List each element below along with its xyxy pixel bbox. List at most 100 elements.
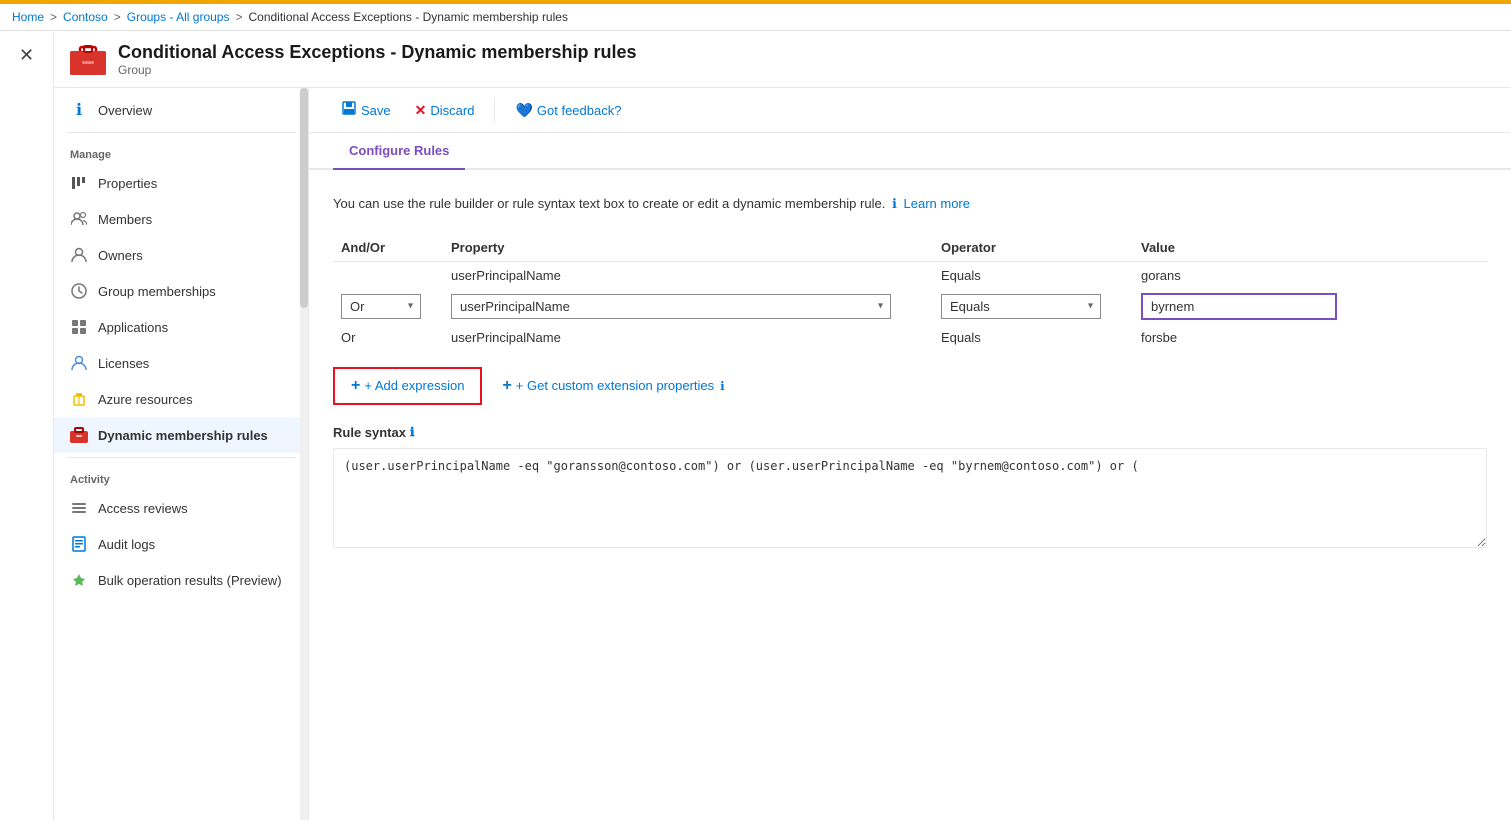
save-button[interactable]: Save — [333, 96, 399, 124]
briefcase-icon — [70, 43, 106, 75]
group-memberships-icon — [70, 282, 88, 300]
activity-section-label: Activity — [54, 462, 308, 490]
main-content: Save ✕ Discard 💙 Got feedback? Configure… — [309, 88, 1511, 820]
sidebar-item-bulk-ops[interactable]: Bulk operation results (Preview) — [54, 562, 308, 598]
breadcrumb-current: Conditional Access Exceptions - Dynamic … — [248, 10, 567, 24]
bulk-ops-icon — [70, 571, 88, 589]
rule-syntax-section: Rule syntax ℹ — [333, 425, 1487, 551]
sidebar-item-members[interactable]: Members — [54, 201, 308, 237]
get-custom-plus-icon: + — [502, 377, 511, 395]
property-select-wrapper: userPrincipalName displayName mail depar… — [451, 294, 891, 319]
close-button[interactable]: ✕ — [15, 41, 38, 70]
toolbar-divider — [494, 98, 495, 122]
sidebar-item-group-memberships[interactable]: Group memberships — [54, 273, 308, 309]
value-input[interactable] — [1141, 293, 1337, 320]
sidebar-dynamic-rules-label: Dynamic membership rules — [98, 428, 268, 443]
info-text-content: You can use the rule builder or rule syn… — [333, 196, 885, 211]
discard-icon: ✕ — [415, 102, 427, 119]
rules-table: And/Or Property Operator Value userPrinc… — [333, 234, 1487, 351]
discard-label: Discard — [430, 103, 474, 118]
sidebar-item-properties[interactable]: Properties — [54, 165, 308, 201]
title-bar: Conditional Access Exceptions - Dynamic … — [54, 31, 1511, 88]
editable-operator-cell: Equals Not Equals Contains — [933, 289, 1133, 324]
sidebar-access-reviews-label: Access reviews — [98, 501, 188, 516]
property-select[interactable]: userPrincipalName displayName mail depar… — [451, 294, 891, 319]
row3-andor: Or — [333, 324, 443, 351]
sidebar-item-access-reviews[interactable]: Access reviews — [54, 490, 308, 526]
sidebar: ℹ Overview Manage Properties Membe — [54, 88, 309, 820]
info-circle-icon: ℹ — [892, 196, 897, 211]
scrollbar-thumb — [300, 88, 308, 308]
tab-configure-rules[interactable]: Configure Rules — [333, 133, 465, 170]
rule-syntax-info-icon: ℹ — [410, 425, 415, 439]
discard-button[interactable]: ✕ Discard — [407, 98, 483, 123]
breadcrumb-groups[interactable]: Groups - All groups — [127, 10, 230, 24]
operator-select[interactable]: Equals Not Equals Contains — [941, 294, 1101, 319]
title-icon — [70, 41, 106, 77]
editable-property-cell: userPrincipalName displayName mail depar… — [443, 289, 933, 324]
sidebar-item-owners[interactable]: Owners — [54, 237, 308, 273]
page-subtitle: Group — [118, 63, 636, 77]
row1-operator: Equals — [933, 261, 1133, 289]
toolbar: Save ✕ Discard 💙 Got feedback? — [309, 88, 1511, 133]
close-panel: ✕ — [0, 31, 54, 820]
feedback-button[interactable]: 💙 Got feedback? — [507, 98, 629, 123]
tabs: Configure Rules — [309, 133, 1511, 170]
learn-more-link[interactable]: Learn more — [904, 196, 970, 211]
properties-icon — [70, 174, 88, 192]
breadcrumb-contoso[interactable]: Contoso — [63, 10, 108, 24]
editable-value-cell — [1133, 289, 1487, 324]
sidebar-licenses-label: Licenses — [98, 356, 149, 371]
sidebar-members-label: Members — [98, 212, 152, 227]
applications-icon — [70, 318, 88, 336]
sidebar-item-dynamic-membership-rules[interactable]: Dynamic membership rules — [54, 417, 308, 453]
sidebar-azure-resources-label: Azure resources — [98, 392, 193, 407]
sidebar-group-memberships-label: Group memberships — [98, 284, 216, 299]
andor-select[interactable]: Or And — [341, 294, 421, 319]
scrollbar-track — [300, 88, 308, 820]
save-icon — [341, 100, 357, 120]
divider-2 — [66, 457, 296, 458]
table-row-3: Or userPrincipalName Equals forsbe — [333, 324, 1487, 351]
sidebar-item-applications[interactable]: Applications — [54, 309, 308, 345]
page-title: Conditional Access Exceptions - Dynamic … — [118, 42, 636, 63]
access-reviews-icon — [70, 499, 88, 517]
divider-1 — [66, 132, 296, 133]
add-expression-label: + Add expression — [364, 378, 464, 393]
owners-icon — [70, 246, 88, 264]
breadcrumb-home[interactable]: Home — [12, 10, 44, 24]
save-label: Save — [361, 103, 391, 118]
get-custom-extension-button[interactable]: + + Get custom extension properties ℹ — [498, 369, 728, 403]
content-area: You can use the rule builder or rule syn… — [309, 170, 1511, 820]
breadcrumb: Home > Contoso > Groups - All groups > C… — [0, 4, 1511, 31]
rule-syntax-textarea[interactable] — [333, 448, 1487, 548]
col-header-property: Property — [443, 234, 933, 262]
sidebar-item-azure-resources[interactable]: Azure resources — [54, 381, 308, 417]
col-header-andor: And/Or — [333, 234, 443, 262]
get-custom-info-icon: ℹ — [720, 379, 725, 393]
manage-section-label: Manage — [54, 137, 308, 165]
row1-value: gorans — [1133, 261, 1487, 289]
operator-select-wrapper: Equals Not Equals Contains — [941, 294, 1101, 319]
editable-andor-cell: Or And — [333, 289, 443, 324]
sidebar-item-audit-logs[interactable]: Audit logs — [54, 526, 308, 562]
sidebar-applications-label: Applications — [98, 320, 168, 335]
sidebar-owners-label: Owners — [98, 248, 143, 263]
audit-logs-icon — [70, 535, 88, 553]
azure-resources-icon — [70, 390, 88, 408]
row3-property: userPrincipalName — [443, 324, 933, 351]
title-text: Conditional Access Exceptions - Dynamic … — [118, 42, 636, 77]
dynamic-rules-icon — [70, 426, 88, 444]
col-header-value: Value — [1133, 234, 1487, 262]
sidebar-overview-label: Overview — [98, 103, 152, 118]
andor-select-wrapper: Or And — [341, 294, 421, 319]
sidebar-audit-logs-label: Audit logs — [98, 537, 155, 552]
row3-operator: Equals — [933, 324, 1133, 351]
get-custom-label: + Get custom extension properties — [516, 378, 714, 393]
sidebar-item-overview[interactable]: ℹ Overview — [54, 92, 308, 128]
sidebar-item-licenses[interactable]: Licenses — [54, 345, 308, 381]
editable-row: Or And userPrincipalName — [333, 289, 1487, 324]
add-expression-button[interactable]: + + Add expression — [333, 367, 482, 405]
feedback-icon: 💙 — [515, 102, 532, 119]
row1-andor — [333, 261, 443, 289]
